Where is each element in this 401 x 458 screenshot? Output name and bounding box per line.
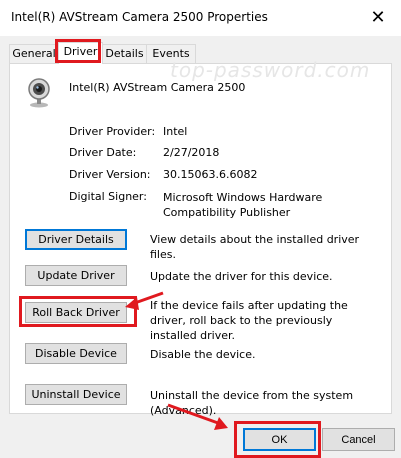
window-title: Intel(R) AVStream Camera 2500 Properties [11, 10, 268, 24]
close-icon[interactable]: ✕ [355, 0, 401, 36]
dialog-body: General Driver Details Events top-passwo… [0, 36, 401, 458]
title-bar: Intel(R) AVStream Camera 2500 Properties… [0, 0, 401, 36]
annotation-arrow-ok [167, 403, 228, 430]
